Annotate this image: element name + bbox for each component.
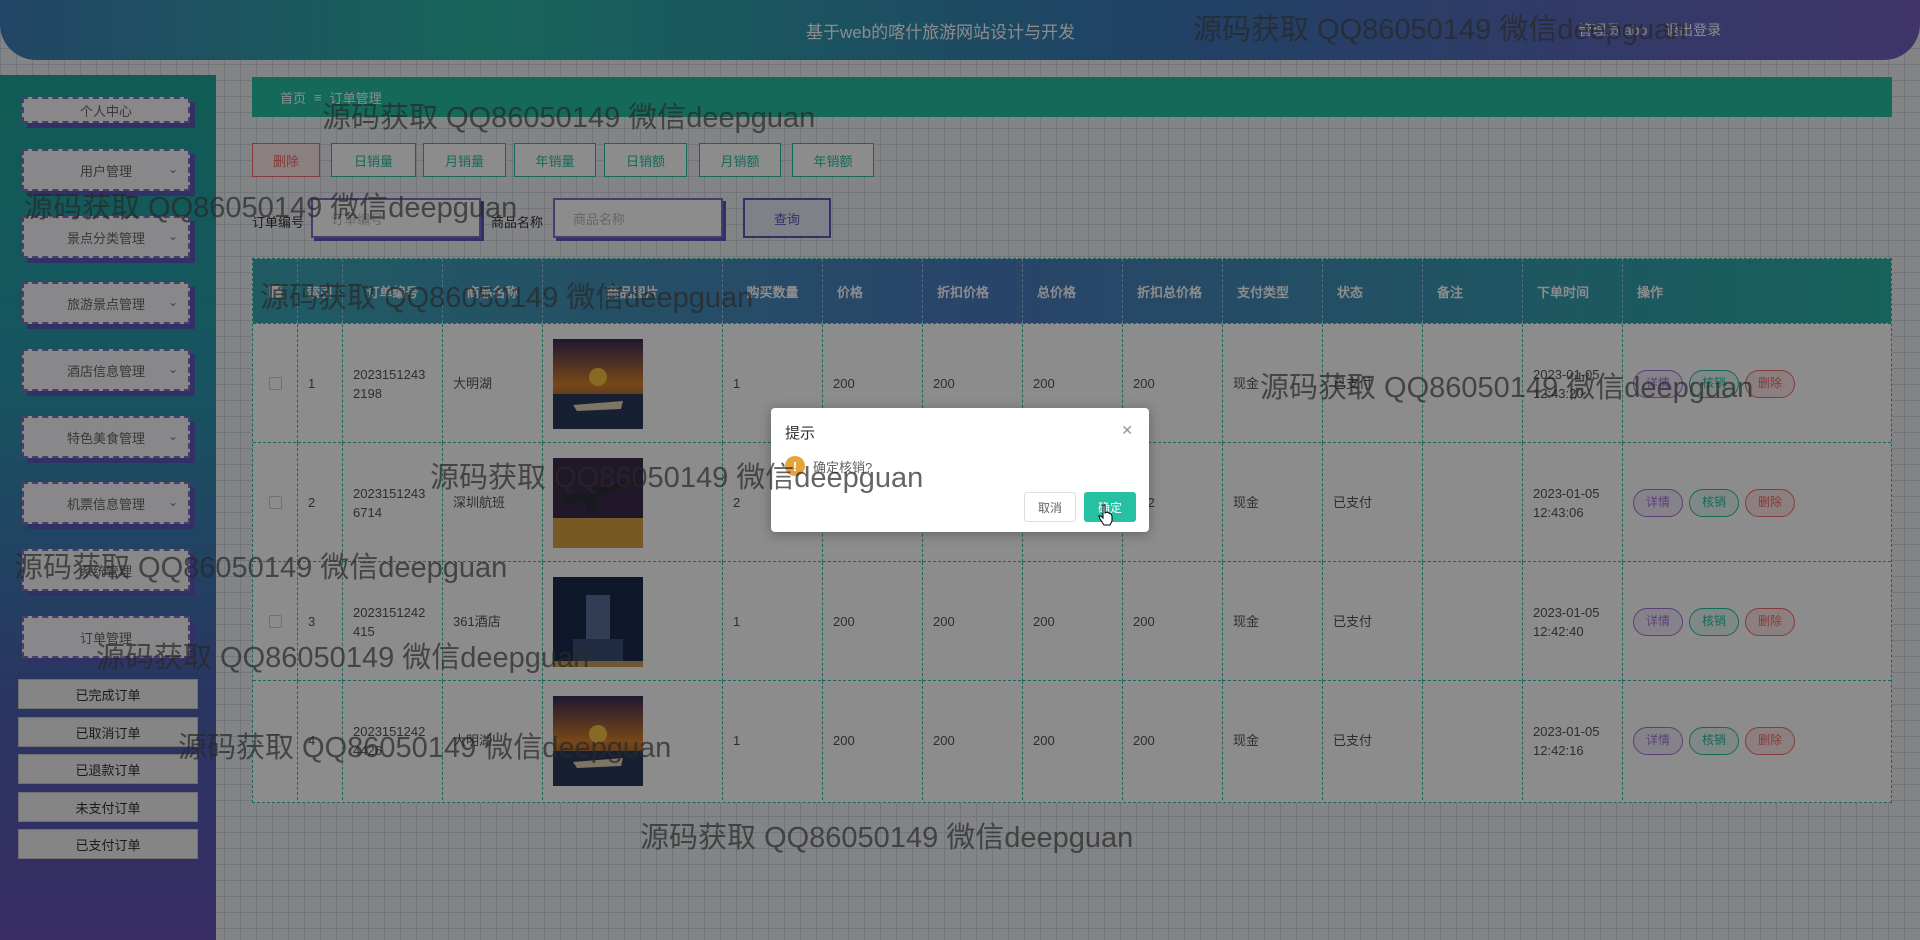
close-icon[interactable]: ✕ [1121,422,1133,439]
watermark: 源码获取 QQ86050149 微信deepguan [96,642,590,674]
watermark: 源码获取 QQ86050149 微信deepguan [1260,372,1754,404]
watermark: 源码获取 QQ86050149 微信deepguan [178,732,672,764]
dialog-cancel-button[interactable]: 取消 [1024,492,1076,522]
watermark: 源码获取 QQ86050149 微信deepguan [260,282,754,314]
hand-cursor-icon [1098,504,1113,526]
watermark: 源码获取 QQ86050149 微信deepguan [24,192,518,224]
watermark: 源码获取 QQ86050149 微信deepguan [14,552,508,584]
watermark: 源码获取 QQ86050149 微信deepguan [322,102,816,134]
dialog-title: 提示 [785,425,816,442]
watermark: 源码获取 QQ86050149 微信deepguan [430,462,924,494]
watermark: 源码获取 QQ86050149 微信deepguan [1193,14,1687,46]
watermark: 源码获取 QQ86050149 微信deepguan [640,822,1134,854]
